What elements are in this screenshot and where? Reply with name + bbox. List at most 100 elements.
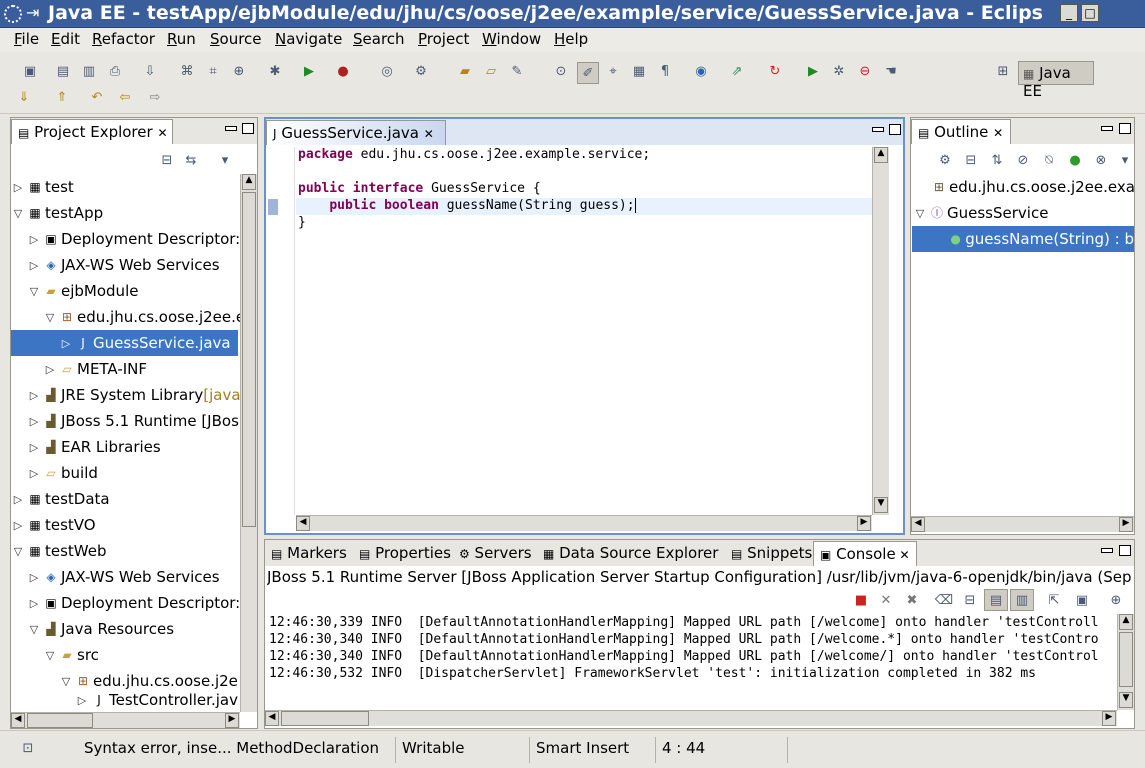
editor-vertical-scrollbar[interactable]: ▲ ▼ (872, 147, 889, 515)
tree-item[interactable]: ▷ ▦ test (11, 174, 74, 200)
fast-view-icon[interactable]: ⊡ (18, 739, 38, 757)
collapse-icon[interactable]: ▽ (43, 649, 57, 662)
scroll-right-icon[interactable]: ▶ (857, 516, 871, 531)
explorer-vertical-scrollbar[interactable]: ▲ (240, 174, 257, 712)
explorer-horizontal-scrollbar[interactable]: ◀ ▶ (11, 712, 240, 728)
maximize-button[interactable]: □ (1081, 4, 1099, 22)
start-server-icon[interactable]: ▶ (803, 62, 823, 80)
expand-icon[interactable]: ▷ (59, 337, 73, 350)
tools-icon[interactable]: ✎ (507, 62, 527, 80)
show-stderr-icon[interactable]: ▥ (1010, 589, 1034, 611)
expand-icon[interactable]: ▷ (43, 363, 57, 376)
tree-item[interactable]: ▷ ▦ testVO (11, 512, 96, 538)
open-type-icon[interactable]: ◎ (377, 62, 397, 80)
outline-item-interface[interactable]: ▽ Ⓘ GuessService (913, 200, 1049, 226)
pin-icon[interactable]: ⇥ (26, 3, 39, 22)
hide-fields-icon[interactable]: ⊘ (1013, 151, 1033, 169)
close-icon[interactable]: ✕ (993, 126, 1003, 140)
minimize-view-button[interactable] (872, 127, 884, 132)
menu-help[interactable]: Help (554, 30, 588, 48)
tree-item[interactable]: ▷ ▱ META-INF (43, 356, 147, 382)
code-line-5[interactable]: } (298, 215, 306, 232)
minimize-button[interactable]: _ (1060, 4, 1078, 22)
console-horizontal-scrollbar[interactable]: ◀ ▶ (265, 710, 1117, 726)
tree-item[interactable]: ▷ J TestController.jav (75, 692, 238, 708)
console-output[interactable]: 12:46:30,339 INFO [DefaultAnnotationHand… (265, 614, 1117, 710)
tab-project-explorer[interactable]: ▤ Project Explorer ✕ (11, 119, 173, 144)
tree-item[interactable]: ▽ ⊞ edu.jhu.cs.oose.j2e (59, 668, 238, 694)
link-editor-icon[interactable]: ⇆ (181, 151, 201, 169)
tree-item[interactable]: ▽ ▦ testWeb (11, 538, 107, 564)
view-menu-icon[interactable]: ▾ (215, 151, 235, 169)
tab-console[interactable]: ▣ Console ✕ (813, 541, 917, 566)
tree-item[interactable]: ▷ ▣ Deployment Descriptor: (27, 226, 240, 252)
status-insert-mode[interactable]: Smart Insert (529, 737, 653, 763)
toggle-breadcrumb-icon[interactable]: ⊙ (551, 62, 571, 80)
maximize-view-button[interactable] (889, 124, 901, 135)
save-icon[interactable]: ▤ (53, 62, 73, 80)
tree-item[interactable]: ▷ ▱ build (27, 460, 98, 486)
tree-item[interactable]: ▷ ▟ JBoss 5.1 Runtime [JBos (27, 408, 239, 434)
stop-server-icon[interactable]: ⊖ (855, 62, 875, 80)
expand-icon[interactable]: ▷ (11, 519, 25, 532)
back-icon[interactable]: ⇦ (115, 88, 135, 106)
collapse-icon[interactable]: ▽ (27, 285, 41, 298)
show-paragraph-icon[interactable]: ¶ (655, 62, 675, 80)
hide-local-types-icon[interactable]: ⊗ (1091, 151, 1111, 169)
tree-item[interactable]: ▽ ⊞ edu.jhu.cs.oose.j2ee.e (43, 304, 245, 330)
scroll-right-icon[interactable]: ▶ (1119, 517, 1133, 532)
expand-icon[interactable]: ▷ (27, 259, 41, 272)
scroll-down-icon[interactable]: ▼ (874, 497, 888, 513)
pin-console-icon[interactable]: ⇱ (1044, 591, 1064, 609)
scroll-down-icon[interactable]: ▼ (1119, 692, 1133, 708)
show-stdout-icon[interactable]: ▤ (984, 589, 1008, 611)
scroll-thumb[interactable] (1119, 632, 1133, 687)
tab-markers[interactable]: ▤ Markers (265, 541, 351, 566)
tree-item[interactable]: ▽ ▟ Java Resources (27, 616, 174, 642)
expand-icon[interactable]: ▷ (27, 415, 41, 428)
scroll-thumb[interactable] (281, 711, 369, 726)
scroll-thumb[interactable] (27, 713, 93, 728)
clear-console-icon[interactable]: ⌫ (934, 591, 954, 609)
collapse-icon[interactable]: ▽ (11, 207, 25, 220)
run-icon[interactable]: ▶ (299, 62, 319, 80)
collapse-all-icon[interactable]: ⊟ (961, 151, 981, 169)
forward-icon[interactable]: ⇨ (145, 88, 165, 106)
scroll-up-icon[interactable]: ▲ (874, 147, 888, 163)
remove-launch-icon[interactable]: ✕ (876, 591, 896, 609)
maximize-view-button[interactable] (1119, 545, 1131, 556)
hand-icon[interactable]: ☚ (881, 62, 901, 80)
display-console-icon[interactable]: ▣ (1072, 591, 1092, 609)
collapse-icon[interactable]: ▽ (11, 545, 25, 558)
tree-item[interactable]: ▽ ▰ src (43, 642, 99, 668)
collapse-icon[interactable]: ▽ (59, 675, 73, 688)
new-project-icon[interactable]: ⌘ (177, 62, 197, 80)
menu-file[interactable]: File (14, 30, 39, 48)
maximize-view-button[interactable] (1119, 123, 1131, 134)
scroll-left-icon[interactable]: ◀ (11, 713, 25, 728)
refresh-icon[interactable]: ↻ (765, 62, 785, 80)
menu-search[interactable]: Search (353, 30, 405, 48)
tab-data-source-explorer[interactable]: ▦ Data Source Explorer (537, 541, 725, 566)
tree-item[interactable]: ▷ ▟ JRE System Library [java (27, 382, 241, 408)
open-console-icon[interactable]: ⊕ (1106, 591, 1126, 609)
tree-item[interactable]: ▷ ◈ JAX-WS Web Services (27, 252, 220, 278)
code-line-4[interactable]: public boolean guessName(String guess); (298, 198, 644, 215)
menu-edit[interactable]: Edit (51, 30, 80, 48)
console-vertical-scrollbar[interactable]: ▲ ▼ (1117, 614, 1134, 710)
focus-icon[interactable]: ⚙ (935, 151, 955, 169)
deploy-icon[interactable]: ⇗ (727, 62, 747, 80)
expand-icon[interactable]: ▷ (27, 467, 41, 480)
menu-project[interactable]: Project (418, 30, 469, 48)
scroll-left-icon[interactable]: ◀ (296, 516, 310, 531)
minimize-view-button[interactable] (1101, 126, 1113, 131)
menu-source[interactable]: Source (210, 30, 262, 48)
outline-item-package[interactable]: ⊞ edu.jhu.cs.oose.j2ee.exa (929, 174, 1135, 200)
editor-horizontal-scrollbar[interactable]: ◀ ▶ (296, 515, 872, 531)
tree-item[interactable]: ▷ ▦ testData (11, 486, 110, 512)
new-class-icon[interactable]: ⊕ (229, 62, 249, 80)
tree-item-selected[interactable]: ▷ J GuessService.java (11, 330, 238, 356)
code-line-3[interactable]: public interface GuessService { (298, 181, 541, 198)
last-edit-icon[interactable]: ↶ (87, 88, 107, 106)
publish-icon[interactable]: ⇩ (140, 62, 160, 80)
